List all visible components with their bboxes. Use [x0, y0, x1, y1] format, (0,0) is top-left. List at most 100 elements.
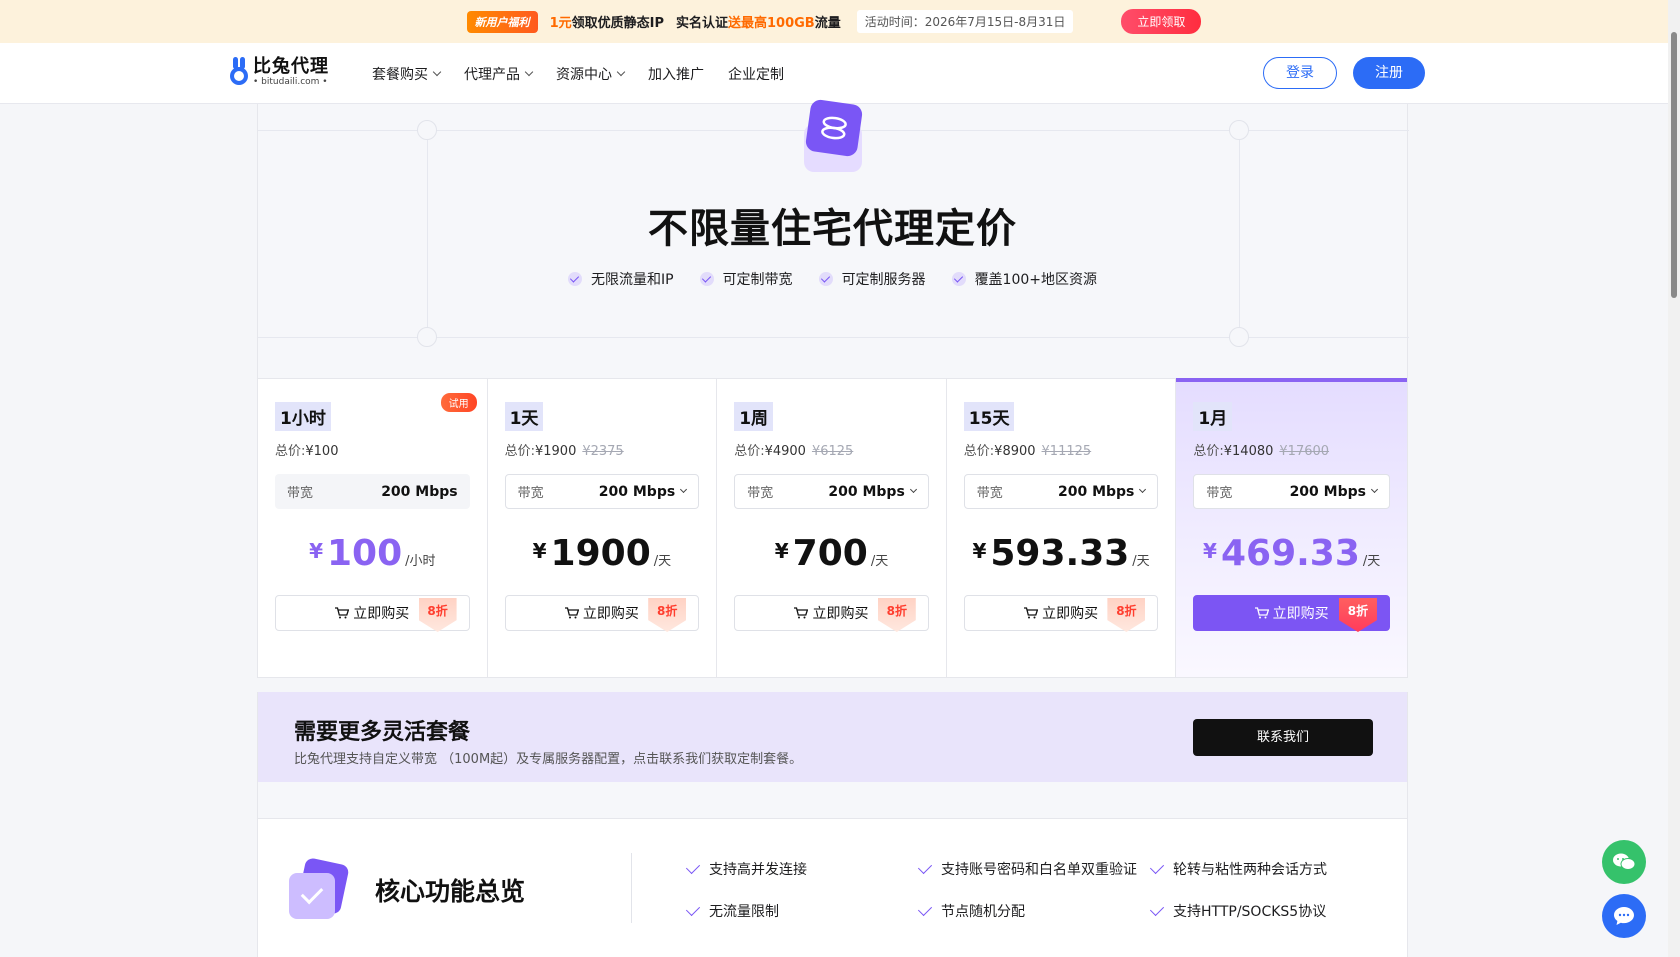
plan-total: 总价:¥1900 ¥2375 [504, 444, 624, 459]
plan-name: 15天 [963, 402, 1015, 431]
plan-card-1-month[interactable]: 1月 总价:¥14080 ¥17600 带宽 200 Mbps ¥469.33/天 … [1176, 378, 1407, 677]
divider [631, 853, 632, 923]
proxy-product-icon [802, 98, 864, 174]
bandwidth-select[interactable]: 带宽 200 Mbps [734, 474, 929, 509]
plan-total: 总价:¥100 [275, 444, 339, 459]
chat-support-button[interactable] [1602, 894, 1646, 938]
check-icon [685, 859, 701, 875]
check-icon [917, 901, 933, 917]
buy-button[interactable]: 立即购买 8折 [275, 595, 470, 632]
promo-verify: 实名认证送最高100GB流量 [675, 16, 841, 31]
plan-card-1-week[interactable]: 1周 总价:¥4900 ¥6125 带宽 200 Mbps ¥700/天 立即购买 … [717, 379, 947, 677]
chevron-down-icon [1139, 485, 1147, 494]
hero-features: 无限流量和IP 可定制带宽 可定制服务器 覆盖100+地区资源 [258, 269, 1407, 289]
register-button[interactable]: 注册 [1353, 57, 1425, 89]
bandwidth-display: 带宽 200 Mbps [275, 474, 470, 509]
chevron-down-icon [524, 67, 534, 76]
contact-us-button[interactable]: 联系我们 [1193, 719, 1373, 756]
chevron-down-icon [909, 485, 917, 494]
page-scrollbar[interactable] [1668, 0, 1680, 957]
new-user-tag: 新用户福利 [466, 10, 538, 33]
bandwidth-select[interactable]: 带宽 200 Mbps [504, 474, 700, 509]
plan-card-1-day[interactable]: 1天 总价:¥1900 ¥2375 带宽 200 Mbps ¥1900/天 立即购买… [488, 379, 718, 677]
menu-resources[interactable]: 资源中心 [556, 64, 626, 84]
plan-card-1-hour[interactable]: 1小时 试用 总价:¥100 带宽 200 Mbps ¥100/小时 立即购买 8… [258, 379, 488, 677]
plan-price: ¥700/天 [774, 533, 889, 574]
plan-price: ¥1900/天 [532, 533, 672, 574]
plan-name: 1周 [734, 402, 774, 431]
feature-list: 支持高并发连接 支持账号密码和白名单双重验证 轮转与粘性两种会话方式 无流量限制… [685, 859, 1381, 921]
feature-item: 轮转与粘性两种会话方式 [1149, 859, 1381, 879]
feature-item: 支持高并发连接 [685, 859, 917, 879]
plan-card-15-days[interactable]: 15天 总价:¥8900 ¥11125 带宽 200 Mbps ¥593.33/天 … [947, 379, 1177, 677]
plan-total: 总价:¥4900 ¥6125 [734, 444, 854, 459]
cart-icon [1254, 607, 1269, 619]
check-icon [685, 901, 701, 917]
plan-price: ¥100/小时 [309, 533, 436, 574]
custom-title: 需要更多灵活套餐 [294, 720, 471, 745]
plan-price: ¥593.33/天 [972, 533, 1150, 574]
promo-time: 活动时间：2026年7月15日-8月31日 [856, 10, 1074, 33]
discount-badge: 8折 [648, 598, 687, 632]
login-button[interactable]: 登录 [1263, 57, 1337, 89]
main-menu: 套餐购买 代理产品 资源中心 加入推广 企业定制 [372, 43, 808, 104]
rabbit-logo-icon [229, 57, 249, 87]
chevron-down-icon [680, 485, 688, 494]
cart-icon [794, 607, 809, 619]
custom-plan-banner: 需要更多灵活套餐 比兔代理支持自定义带宽 （100M起）及专属服务器配置，点击联… [257, 692, 1408, 782]
chevron-down-icon [432, 67, 442, 76]
hero-feature: 可定制带宽 [699, 269, 793, 289]
chevron-down-icon [616, 67, 626, 76]
menu-packages[interactable]: 套餐购买 [372, 64, 442, 84]
promo-offer: 1元领取优质静态IP [549, 16, 664, 31]
pricing-hero: 不限量住宅代理定价 无限流量和IP 可定制带宽 可定制服务器 覆盖100+地区资… [257, 98, 1409, 378]
check-icon [951, 272, 966, 286]
buy-button[interactable]: 立即购买 8折 [734, 595, 929, 632]
claim-button[interactable]: 立即领取 [1121, 9, 1202, 34]
wechat-icon [1613, 853, 1636, 870]
feature-item: 无流量限制 [685, 901, 917, 921]
plan-total: 总价:¥8900 ¥11125 [963, 444, 1092, 459]
check-icon [567, 272, 582, 286]
menu-affiliate[interactable]: 加入推广 [648, 64, 704, 84]
core-title: 核心功能总览 [375, 877, 526, 906]
plan-name: 1月 [1193, 402, 1233, 431]
logo-name: 比兔代理 [253, 56, 329, 77]
top-nav: 比兔代理 • bitudaili.com • 套餐购买 代理产品 资源中心 加入… [0, 43, 1668, 104]
feature-item: 支持账号密码和白名单双重验证 [917, 859, 1149, 879]
trial-badge: 试用 [440, 393, 477, 412]
menu-enterprise[interactable]: 企业定制 [728, 64, 784, 84]
discount-badge: 8折 [418, 598, 457, 632]
checklist-icon [289, 856, 351, 923]
logo[interactable]: 比兔代理 • bitudaili.com • [229, 57, 329, 87]
plan-price: ¥469.33/天 [1203, 533, 1381, 574]
chat-bubble-icon [1614, 907, 1634, 925]
discount-badge: 8折 [877, 598, 916, 632]
cart-icon [564, 607, 579, 619]
feature-item: 支持HTTP/SOCKS5协议 [1149, 901, 1381, 921]
section-spacer [257, 782, 1408, 818]
discount-badge: 8折 [1107, 598, 1146, 632]
menu-proxy-products[interactable]: 代理产品 [464, 64, 534, 84]
buy-button[interactable]: 立即购买 8折 [1193, 595, 1390, 632]
buy-button[interactable]: 立即购买 8折 [963, 595, 1159, 632]
check-icon [699, 272, 714, 286]
scrollbar-thumb[interactable] [1671, 32, 1677, 298]
plan-name: 1小时 [275, 402, 331, 431]
bandwidth-select[interactable]: 带宽 200 Mbps [963, 474, 1159, 509]
cart-icon [335, 607, 350, 619]
check-icon [818, 272, 833, 286]
plan-total: 总价:¥14080 ¥17600 [1193, 444, 1330, 459]
check-icon [917, 859, 933, 875]
wechat-button[interactable] [1602, 840, 1646, 884]
buy-button[interactable]: 立即购买 8折 [504, 595, 700, 632]
hero-feature: 覆盖100+地区资源 [951, 269, 1097, 289]
hero-feature: 无限流量和IP [567, 269, 674, 289]
bandwidth-select[interactable]: 带宽 200 Mbps [1193, 474, 1390, 509]
chevron-down-icon [1370, 485, 1379, 494]
feature-item: 节点随机分配 [917, 901, 1149, 921]
core-features: 核心功能总览 支持高并发连接 支持账号密码和白名单双重验证 轮转与粘性两种会话方… [257, 818, 1408, 957]
logo-domain: • bitudaili.com • [253, 77, 328, 87]
pricing-plans: 1小时 试用 总价:¥100 带宽 200 Mbps ¥100/小时 立即购买 8… [257, 378, 1408, 678]
promo-banner: 新用户福利 1元领取优质静态IP 实名认证送最高100GB流量 活动时间：202… [0, 0, 1668, 43]
